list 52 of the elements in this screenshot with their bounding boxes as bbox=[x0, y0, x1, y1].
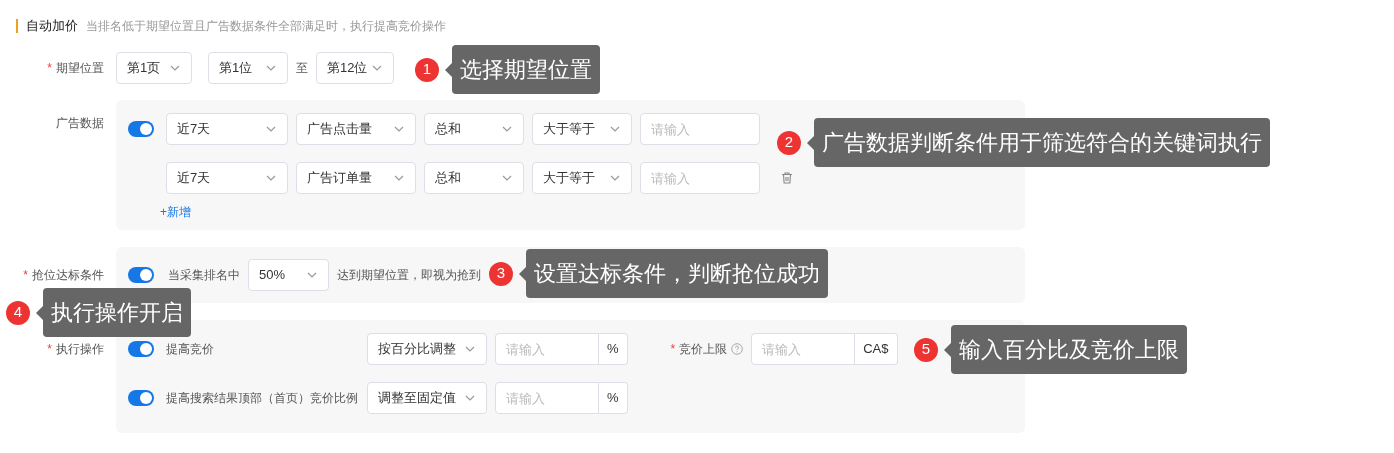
section-title: 自动加价 bbox=[26, 17, 78, 36]
callout-tooltip: 广告数据判断条件用于筛选符合的关键词执行 bbox=[807, 118, 1270, 167]
callout-tooltip: 输入百分比及竞价上限 bbox=[944, 325, 1187, 374]
input-field[interactable]: 请输入 bbox=[640, 113, 760, 145]
required-asterisk: * bbox=[47, 341, 52, 358]
unit-addon: % bbox=[599, 333, 628, 365]
callout-tooltip: 设置达标条件，判断抢位成功 bbox=[519, 249, 828, 298]
dropdown[interactable]: 按百分比调整 bbox=[367, 333, 487, 365]
dropdown[interactable]: 广告点击量 bbox=[296, 113, 416, 145]
separator-text: 至 bbox=[296, 60, 308, 77]
callout-tooltip: 选择期望位置 bbox=[445, 45, 600, 94]
action-label: 提高竞价 bbox=[166, 341, 215, 358]
dropdown[interactable]: 总和 bbox=[424, 162, 524, 194]
section-description: 当排名低于期望位置且广告数据条件全部满足时，执行提高竞价操作 bbox=[86, 18, 446, 35]
field-label: 竞价上限 bbox=[679, 341, 728, 358]
dropdown[interactable]: 调整至固定值 bbox=[367, 382, 487, 414]
field-label: 期望位置 bbox=[56, 60, 104, 77]
action-label: 提高搜索结果顶部（首页）竞价比例 bbox=[166, 390, 359, 407]
dropdown[interactable]: 近7天 bbox=[166, 162, 288, 194]
section-accent-bar bbox=[16, 19, 18, 33]
dropdown[interactable]: 大于等于 bbox=[532, 113, 632, 145]
condition-text: 达到期望位置，即视为抢到 bbox=[337, 267, 481, 284]
dropdown[interactable]: 第1位 bbox=[208, 52, 288, 84]
required-asterisk: * bbox=[670, 341, 676, 358]
field-label: 抢位达标条件 bbox=[32, 267, 104, 284]
required-asterisk: * bbox=[47, 60, 52, 77]
toggle-switch[interactable] bbox=[128, 390, 154, 406]
toggle-switch[interactable] bbox=[128, 121, 154, 137]
dropdown[interactable]: 大于等于 bbox=[532, 162, 632, 194]
dropdown[interactable]: 总和 bbox=[424, 113, 524, 145]
callout-tooltip: 执行操作开启 bbox=[36, 288, 191, 337]
dropdown[interactable]: 近7天 bbox=[166, 113, 288, 145]
trash-icon[interactable] bbox=[780, 171, 794, 185]
input-field[interactable]: 请输入 bbox=[495, 333, 599, 365]
add-link[interactable]: +新增 bbox=[160, 203, 191, 221]
toggle-switch[interactable] bbox=[128, 267, 154, 283]
condition-text: 当采集排名中 bbox=[168, 267, 240, 284]
field-label: 执行操作 bbox=[56, 341, 104, 358]
input-field[interactable]: 请输入 bbox=[640, 162, 760, 194]
input-field[interactable]: 请输入 bbox=[751, 333, 856, 365]
dropdown[interactable]: 第12位 bbox=[316, 52, 394, 84]
field-label: 广告数据 bbox=[56, 115, 104, 132]
dropdown[interactable]: 广告订单量 bbox=[296, 162, 416, 194]
step-number-badge: 4 bbox=[6, 300, 30, 325]
dropdown[interactable]: 50% bbox=[248, 259, 329, 291]
required-asterisk: * bbox=[23, 267, 28, 284]
toggle-switch[interactable] bbox=[128, 341, 154, 357]
unit-addon: CA$ bbox=[855, 333, 898, 365]
dropdown[interactable]: 第1页 bbox=[116, 52, 192, 84]
input-field[interactable]: 请输入 bbox=[495, 382, 599, 414]
step-number-badge: 1 bbox=[415, 57, 439, 82]
unit-addon: % bbox=[599, 382, 628, 414]
